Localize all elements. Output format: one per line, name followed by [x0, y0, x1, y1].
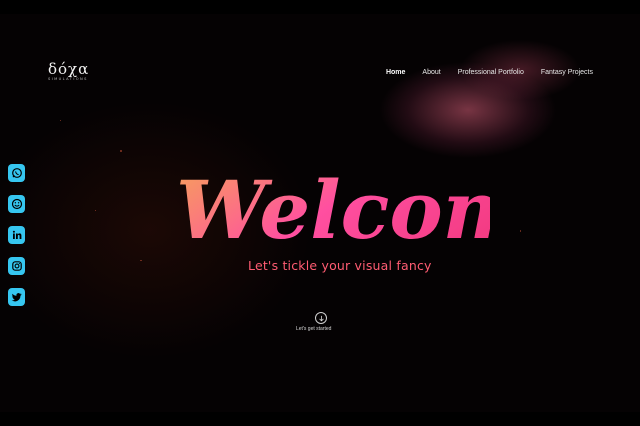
brand-logo[interactable]: δόχα SIMULATIONS: [48, 60, 90, 82]
brand-name: δόχα: [48, 60, 90, 78]
cta-label[interactable]: Let's get started: [296, 326, 331, 332]
nav-item-fantasy-projects[interactable]: Fantasy Projects: [541, 69, 593, 76]
twitter-icon[interactable]: [8, 288, 25, 306]
scroll-down-button[interactable]: [315, 312, 327, 324]
brand-tagline: SIMULATIONS: [48, 77, 88, 81]
arrow-down-icon: [318, 315, 324, 321]
dust-particle: [120, 150, 122, 152]
linkedin-icon[interactable]: [8, 226, 25, 244]
hero-title: Welcome!: [176, 163, 490, 257]
main-nav: Home About Professional Portfolio Fantas…: [369, 69, 593, 76]
hero-subtitle: Let's tickle your visual fancy: [248, 258, 432, 273]
nav-item-home[interactable]: Home: [386, 69, 405, 76]
smiley-icon[interactable]: [8, 195, 25, 213]
dust-particle: [60, 120, 61, 121]
nav-item-professional-portfolio[interactable]: Professional Portfolio: [458, 69, 524, 76]
whatsapp-icon[interactable]: [8, 164, 25, 182]
dust-particle: [520, 230, 521, 232]
hero-title-text: Welcome!: [176, 163, 490, 257]
nav-item-about[interactable]: About: [422, 69, 440, 76]
instagram-icon[interactable]: [8, 257, 25, 275]
dust-particle: [95, 210, 96, 211]
social-links: [8, 164, 25, 306]
letterbox-bottom: [0, 412, 640, 426]
dust-particle: [140, 260, 142, 261]
letterbox-top: [0, 0, 640, 14]
